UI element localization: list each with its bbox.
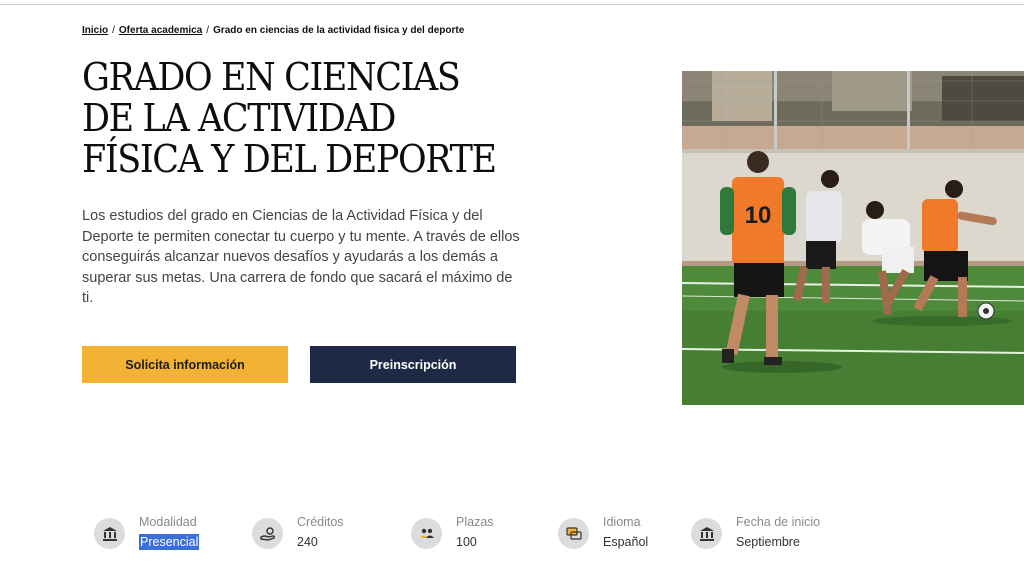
fact-value: 100 (456, 535, 477, 549)
intro-text: Los estudios del grado en Ciencias de la… (82, 208, 520, 306)
building-icon (691, 518, 722, 549)
fact-label: Créditos (297, 515, 344, 529)
fact-modalidad: Modalidad Presencial (94, 515, 200, 555)
breadcrumb-link-inicio[interactable]: Inicio (82, 25, 108, 36)
fact-value: Septiembre (736, 535, 800, 549)
building-icon (94, 518, 125, 549)
breadcrumb-separator: / (206, 25, 210, 36)
jersey-number: 10 (745, 202, 772, 229)
chat-icon (558, 518, 589, 549)
breadcrumb-link-oferta[interactable]: Oferta academica (119, 25, 202, 36)
breadcrumb-separator: / (112, 25, 115, 36)
football-players-illustration: 10 (682, 71, 1024, 405)
fact-label: Idioma (603, 515, 641, 529)
hero-photo: 10 (682, 71, 1024, 405)
request-info-button[interactable]: Solicita información (82, 346, 288, 383)
group-icon (411, 518, 442, 549)
fact-idioma: Idioma Español (558, 515, 648, 555)
fact-fecha-inicio: Fecha de inicio Septiembre (691, 515, 820, 555)
breadcrumb: Inicio / Oferta academica / Grado en ciencia… (82, 25, 464, 36)
fact-value: Presencial (139, 534, 200, 550)
fact-label: Modalidad (139, 515, 197, 529)
top-divider (0, 4, 1024, 5)
fact-label: Plazas (456, 515, 494, 529)
fact-creditos: Créditos 240 (252, 515, 344, 555)
page-title: GRADO EN CIENCIAS DE LA ACTIVIDAD FÍSICA… (82, 55, 497, 181)
fact-value: Español (603, 535, 649, 549)
fact-value: 240 (297, 535, 318, 549)
fact-plazas: Plazas 100 (411, 515, 494, 555)
program-facts: Modalidad Presencial Créditos 240 Plazas… (94, 515, 894, 555)
fact-label: Fecha de inicio (736, 515, 821, 529)
pre-enrollment-button[interactable]: Preinscripción (310, 346, 516, 383)
hand-coins-icon (252, 518, 283, 549)
breadcrumb-current: Grado en ciencias de la actividad fisica… (213, 25, 465, 36)
